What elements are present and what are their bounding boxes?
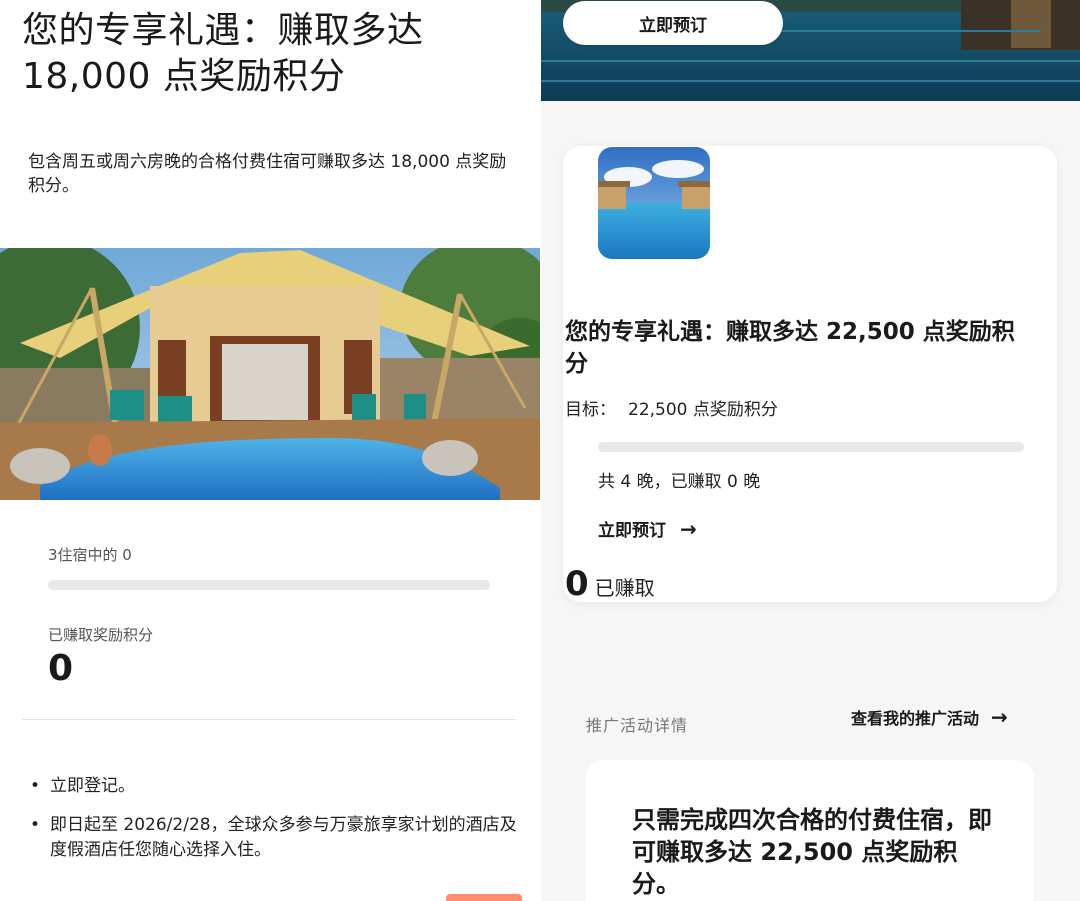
- left-panel: 您的专享礼遇：赚取多达 18,000 点奖励积分 包含周五或周六房晚的合格付费住…: [0, 0, 540, 901]
- target-row: 目标： 22,500 点奖励积分: [565, 395, 778, 420]
- promo-details-card: 只需完成四次合格的付费住宿，即可赚取多达 22,500 点奖励积分。: [586, 760, 1034, 901]
- hero-title: 您的专享礼遇：赚取多达 18,000 点奖励积分: [22, 10, 424, 97]
- promo-details-text: 只需完成四次合格的付费住宿，即可赚取多达 22,500 点奖励积分。: [632, 806, 992, 898]
- arrow-right-icon: →: [991, 705, 1008, 729]
- target-label: 目标：: [565, 400, 616, 420]
- book-now-link-label: 立即预订: [598, 521, 666, 541]
- earned-points-value: 0: [48, 648, 74, 689]
- earned-number: 0: [565, 564, 589, 604]
- book-now-button[interactable]: 立即预订: [563, 1, 783, 45]
- right-panel: 立即预订 您的专享礼遇：赚取多达 22,500 点奖励积分 目标： 22,500…: [541, 0, 1080, 901]
- list-item: 立即登记。: [28, 774, 518, 799]
- nights-progress-bar: [598, 442, 1024, 452]
- earned-points-label: 已赚取奖励积分: [48, 626, 154, 644]
- stays-progress-bar: [48, 580, 490, 590]
- list-item: 即日起至 2026/2/28，全球众多参与万豪旅享家计划的酒店及度假酒店任您随心…: [28, 813, 518, 863]
- stays-progress-label: 3住宿中的 0: [48, 546, 132, 564]
- arrow-right-icon: →: [680, 516, 697, 541]
- promo-thumbnail-image: [598, 147, 710, 259]
- offer-description: 包含周五或周六房晚的合格付费住宿可赚取多达 18,000 点奖励积分。: [28, 152, 507, 196]
- target-value: 22,500 点奖励积分: [628, 400, 778, 420]
- resort-tent-pool-image: [0, 248, 540, 500]
- register-button[interactable]: [446, 894, 522, 901]
- nights-progress-text: 共 4 晚，已赚取 0 晚: [598, 472, 761, 492]
- view-my-promotions-label: 查看我的推广活动: [851, 709, 980, 728]
- divider: [22, 719, 516, 720]
- book-now-link[interactable]: 立即预订 →: [598, 516, 697, 542]
- view-my-promotions-link[interactable]: 查看我的推广活动 →: [851, 705, 1008, 729]
- infinity-pool-banner-image: 立即预订: [541, 0, 1080, 101]
- earned-label: 已赚取: [594, 576, 655, 600]
- earned-nights-summary: 0 已赚取: [565, 564, 655, 604]
- offer-terms-list: 立即登记。 即日起至 2026/2/28，全球众多参与万豪旅享家计划的酒店及度假…: [28, 774, 518, 877]
- promo-details-heading: 推广活动详情: [586, 716, 689, 735]
- card-title: 您的专享礼遇：赚取多达 22,500 点奖励积分: [565, 319, 1015, 377]
- promo-progress-card: 您的专享礼遇：赚取多达 22,500 点奖励积分 目标： 22,500 点奖励积分…: [563, 146, 1057, 604]
